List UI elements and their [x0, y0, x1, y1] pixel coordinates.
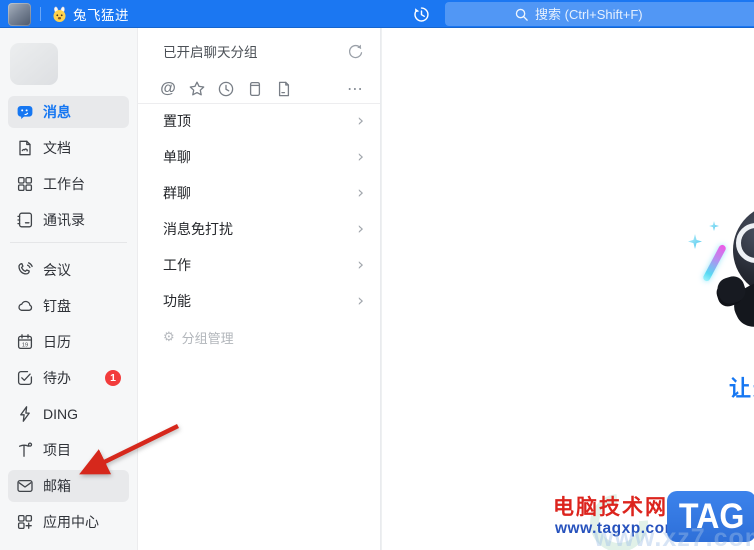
sidebar: 消息 文档 工作台 通讯录 会议 钉盘 19 日历 待办 1 DING 项目 邮…	[0, 28, 137, 550]
sidebar-item-label: 应用中心	[43, 514, 99, 530]
sidebar-item-contacts[interactable]: 通讯录	[8, 204, 129, 236]
user-avatar[interactable]	[8, 2, 31, 26]
watermark-site-name: 电脑技术网	[553, 496, 668, 519]
sidebar-item-label: 工作台	[43, 176, 85, 192]
sidebar-item-label: 待办	[43, 370, 71, 386]
sidebar-item-docs[interactable]: 文档	[8, 132, 129, 164]
sync-refresh-icon[interactable]	[346, 42, 364, 60]
gear-icon: ⚙	[163, 329, 175, 345]
profile-avatar-placeholder[interactable]	[10, 43, 58, 85]
group-label: 消息免打扰	[163, 221, 233, 237]
chevron-right-icon: ›	[357, 254, 364, 275]
group-row-muted[interactable]: 消息免打扰 ›	[138, 211, 380, 247]
document-icon	[16, 139, 34, 157]
chevron-right-icon: ›	[357, 218, 364, 239]
panel-header: 已开启聊天分组	[138, 28, 380, 74]
file-icon[interactable]	[275, 80, 293, 98]
sidebar-item-label: 项目	[43, 442, 71, 458]
grid-icon	[16, 175, 34, 193]
star-icon[interactable]	[188, 80, 206, 98]
topbar-divider	[40, 7, 41, 21]
search-box[interactable]	[445, 2, 754, 26]
sidebar-item-label: 文档	[43, 140, 71, 156]
group-manage-button[interactable]: ⚙ 分组管理	[138, 325, 380, 349]
group-row-pinned[interactable]: 置顶 ›	[138, 103, 380, 139]
chat-bubble-icon	[16, 103, 34, 121]
sparkle-icon	[688, 234, 702, 249]
group-row-single-chat[interactable]: 单聊 ›	[138, 139, 380, 175]
sidebar-item-label: 会议	[43, 262, 71, 278]
sidebar-item-app-center[interactable]: 应用中心	[8, 506, 129, 538]
search-icon	[515, 8, 528, 21]
group-manage-label: 分组管理	[181, 330, 234, 346]
clock-icon[interactable]	[217, 80, 235, 98]
search-input[interactable]	[535, 6, 685, 22]
sidebar-item-messages[interactable]: 消息	[8, 96, 129, 128]
group-label: 群聊	[163, 185, 191, 201]
svg-text:19: 19	[22, 343, 28, 349]
sidebar-item-calendar[interactable]: 19 日历	[8, 326, 129, 358]
workspace-emoji-icon	[51, 6, 68, 23]
phone-call-icon	[16, 261, 34, 279]
group-row-features[interactable]: 功能 ›	[138, 283, 380, 319]
group-label: 单聊	[163, 149, 191, 165]
group-label: 置顶	[163, 113, 191, 129]
workspace-name[interactable]: 兔飞猛进	[73, 4, 129, 24]
quick-actions-row: @ ⋯	[138, 74, 380, 104]
more-icon[interactable]: ⋯	[347, 79, 364, 99]
at-glyph: @	[160, 80, 176, 97]
mail-envelope-icon	[16, 477, 34, 495]
group-row-group-chat[interactable]: 群聊 ›	[138, 175, 380, 211]
sidebar-item-label: 消息	[43, 104, 71, 120]
app-center-icon	[16, 513, 34, 531]
group-row-work[interactable]: 工作 ›	[138, 247, 380, 283]
cloud-icon	[16, 297, 34, 315]
group-label: 功能	[163, 293, 191, 309]
group-label: 工作	[163, 257, 191, 273]
mini-app-icon[interactable]	[246, 80, 264, 98]
sidebar-nav: 消息 文档 工作台 通讯录 会议 钉盘 19 日历 待办 1 DING 项目 邮…	[8, 96, 129, 538]
at-mention-icon[interactable]: @	[159, 80, 177, 98]
todo-check-icon	[16, 369, 34, 387]
watermark-shadow-url: www.xz7.com	[594, 524, 754, 550]
sidebar-item-ding[interactable]: DING	[8, 398, 129, 430]
sidebar-item-todo[interactable]: 待办 1	[8, 362, 129, 394]
sidebar-item-projects[interactable]: 项目	[8, 434, 129, 466]
chevron-right-icon: ›	[357, 146, 364, 167]
todo-badge: 1	[105, 370, 121, 386]
chevron-right-icon: ›	[357, 290, 364, 311]
content-area: 让进 www.xz7.com 电脑技术网 www.tagxp.com TAG	[381, 28, 754, 550]
sidebar-item-label: DING	[43, 406, 78, 422]
sidebar-item-label: 日历	[43, 334, 71, 350]
chevron-right-icon: ›	[357, 182, 364, 203]
history-icon[interactable]	[412, 5, 431, 24]
sidebar-item-label: 钉盘	[43, 298, 71, 314]
sidebar-item-workbench[interactable]: 工作台	[8, 168, 129, 200]
chevron-right-icon: ›	[357, 110, 364, 131]
sidebar-item-drive[interactable]: 钉盘	[8, 290, 129, 322]
project-icon	[16, 441, 34, 459]
chat-group-panel: 已开启聊天分组 @ ⋯ 置顶 › 单聊 › 群聊 › 消息免打扰 › 工作 › …	[137, 28, 381, 550]
calendar-icon: 19	[16, 333, 34, 351]
sparkle-icon	[709, 221, 719, 231]
contacts-book-icon	[16, 211, 34, 229]
sidebar-item-mail[interactable]: 邮箱	[8, 470, 129, 502]
sidebar-item-meeting[interactable]: 会议	[8, 254, 129, 286]
magic-wand-illustration	[702, 243, 727, 283]
sidebar-item-label: 邮箱	[43, 478, 71, 494]
topbar: 兔飞猛进	[0, 0, 754, 28]
lightning-icon	[16, 405, 34, 423]
slogan-text: 让进	[729, 376, 754, 401]
sidebar-item-label: 通讯录	[43, 212, 85, 228]
sidebar-divider	[10, 242, 127, 243]
group-list: 置顶 › 单聊 › 群聊 › 消息免打扰 › 工作 › 功能 ›	[138, 103, 380, 319]
panel-title: 已开启聊天分组	[163, 45, 258, 60]
